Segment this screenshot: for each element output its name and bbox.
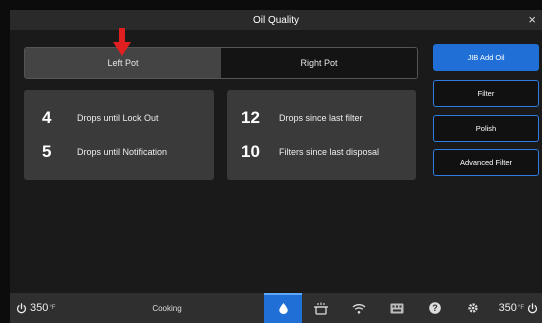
stat-value: 10	[241, 142, 260, 161]
power-icon	[527, 302, 538, 313]
power-icon	[16, 302, 27, 313]
stat-row: 5 Drops until Notification	[42, 142, 167, 162]
left-pot-temp[interactable]: 350 °F	[16, 302, 55, 314]
svg-text:?: ?	[432, 303, 438, 313]
tab-right-pot[interactable]: Right Pot	[221, 48, 417, 78]
bottom-bar: 350 °F Cooking ? 350 °F	[10, 293, 542, 323]
window-title: Oil Quality	[252, 14, 300, 26]
stat-label: Drops until Notification	[77, 147, 168, 157]
button-label: Polish	[475, 124, 497, 133]
pot-tabs: Left Pot Right Pot	[24, 47, 418, 79]
stat-label: Drops until Lock Out	[77, 113, 159, 123]
stat-row: 4 Drops until Lock Out	[42, 108, 159, 128]
temp-value: 350	[30, 302, 49, 314]
close-icon[interactable]: ×	[528, 12, 536, 28]
oil-drop-icon[interactable]	[264, 293, 302, 323]
oil-quality-screen: Oil Quality × Left Pot Right Pot 4 Drops…	[10, 10, 542, 323]
pot-icon[interactable]	[302, 293, 340, 323]
filter-button[interactable]: Filter	[433, 80, 539, 107]
button-label: Filter	[477, 89, 495, 98]
button-label: Advanced Filter	[459, 158, 513, 167]
stats-panel-right: 12 Drops since last filter 10 Filters si…	[227, 90, 416, 180]
button-label: JIB Add Oil	[467, 53, 505, 62]
settings-icon[interactable]	[454, 293, 492, 323]
stat-label: Drops since last filter	[279, 113, 363, 123]
stats-panel-left: 4 Drops until Lock Out 5 Drops until Not…	[24, 90, 214, 180]
keyboard-icon[interactable]	[378, 293, 416, 323]
title-bar: Oil Quality ×	[10, 10, 542, 30]
status-label: Cooking	[152, 303, 182, 313]
stat-value: 12	[241, 108, 260, 127]
degree-icon: °F	[517, 305, 524, 311]
tab-label: Right Pot	[300, 58, 338, 68]
down-arrow-icon	[113, 28, 131, 56]
stat-label: Filters since last disposal	[279, 147, 380, 157]
stat-value: 5	[42, 142, 52, 161]
help-icon[interactable]: ?	[416, 293, 454, 323]
jib-add-oil-button[interactable]: JIB Add Oil	[433, 44, 539, 71]
temp-value: 350	[498, 302, 517, 314]
polish-button[interactable]: Polish	[433, 115, 539, 142]
stat-row: 10 Filters since last disposal	[241, 142, 379, 162]
degree-icon: °F	[49, 305, 56, 311]
wifi-icon[interactable]	[340, 293, 378, 323]
tab-label: Left Pot	[107, 58, 139, 68]
right-pot-temp[interactable]: 350 °F	[499, 302, 538, 314]
advanced-filter-button[interactable]: Advanced Filter	[433, 149, 539, 176]
stat-row: 12 Drops since last filter	[241, 108, 363, 128]
stat-value: 4	[42, 108, 52, 127]
